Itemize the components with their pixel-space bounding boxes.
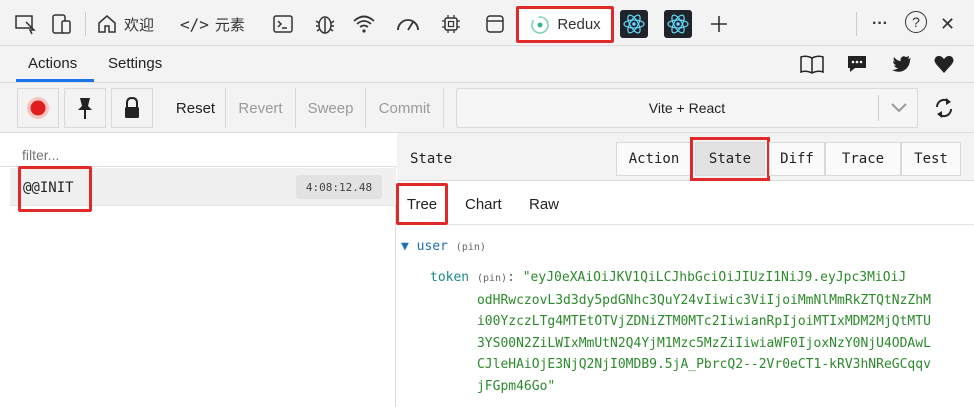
application-window-icon[interactable] — [484, 8, 506, 40]
token-line: CJleHAiOjE3NjQ2NjI0MDB9.5jA_PbrcQ2--2Vr0… — [430, 357, 931, 372]
expand-triangle-icon: ▼ — [401, 239, 409, 254]
tab-react-profiler[interactable] — [664, 8, 692, 40]
home-icon — [98, 15, 116, 33]
more-options-icon[interactable]: ··· — [872, 8, 888, 40]
action-name: @@INIT — [18, 166, 92, 212]
tab-elements[interactable]: </> 元素 — [180, 8, 245, 40]
tab-react-components[interactable] — [620, 8, 648, 40]
action-list-panel: @@INIT 4:08:12.48 — [0, 133, 396, 407]
tab-raw[interactable]: Raw — [529, 196, 559, 213]
performance-gauge-icon[interactable] — [395, 8, 421, 40]
mode-test[interactable]: Test — [901, 142, 961, 176]
add-tab-plus-icon[interactable] — [708, 8, 730, 40]
active-tab-indicator — [16, 79, 94, 82]
state-tree: ▼ user (pin) token (pin): "eyJ0eXAiOiJKV… — [397, 225, 974, 407]
bug-icon[interactable] — [313, 8, 337, 40]
revert-button[interactable]: Revert — [226, 88, 296, 128]
action-timestamp: 4:08:12.48 — [296, 175, 382, 199]
network-wifi-icon[interactable] — [352, 8, 376, 40]
inspector-panel: State Action State Diff Trace Test Tree … — [396, 133, 974, 407]
lock-icon — [125, 97, 139, 118]
redux-nav-bar: Actions Settings — [0, 46, 974, 83]
console-icon[interactable] — [272, 8, 294, 40]
pin-icon — [78, 98, 92, 119]
help-icon[interactable]: ? — [905, 11, 927, 33]
inspector-title: State — [410, 151, 453, 167]
pin-button[interactable] — [64, 88, 106, 128]
chevron-down-icon — [891, 103, 907, 113]
inspect-element-icon[interactable] — [14, 8, 38, 40]
tab-settings[interactable]: Settings — [108, 55, 162, 72]
devtools-tab-bar: 欢迎 </> 元素 Redux ··· ? ✕ — [0, 0, 974, 46]
toolbar-divider — [85, 12, 86, 36]
token-value-line: "eyJ0eXAiOiJKV1QiLCJhbGciOiJIUzI1NiJ9.ey… — [522, 270, 907, 285]
devtools-toolbar: Reset Revert Sweep Commit Vite + React — [0, 83, 974, 133]
tab-actions[interactable]: Actions — [28, 55, 77, 72]
select-divider — [878, 95, 879, 121]
react-logo-icon — [620, 10, 648, 38]
tab-redux-label: Redux — [557, 16, 601, 33]
tab-tree[interactable]: Tree — [396, 183, 448, 225]
action-filter-input[interactable] — [0, 133, 396, 167]
token-line: odHRwczovL3d3dy5pdGNhc3QuY24vIiwic3ViIjo… — [430, 292, 931, 308]
mode-diff[interactable]: Diff — [769, 142, 825, 176]
sweep-button[interactable]: Sweep — [296, 88, 366, 128]
token-line: token (pin): "eyJ0eXAiOiJKV1QiLCJhbGciOi… — [430, 270, 907, 285]
tab-welcome-label: 欢迎 — [124, 16, 155, 34]
memory-chip-icon[interactable] — [440, 8, 462, 40]
device-emulation-icon[interactable] — [50, 8, 74, 40]
book-docs-icon[interactable] — [799, 52, 825, 79]
tree-key-token: token — [430, 270, 470, 285]
tree-key-user: user — [416, 239, 448, 254]
list-gutter — [0, 168, 10, 407]
heart-support-icon[interactable] — [933, 54, 955, 77]
twitter-icon[interactable] — [891, 53, 913, 78]
reset-button[interactable]: Reset — [166, 88, 226, 128]
lock-button[interactable] — [111, 88, 153, 128]
pin-label[interactable]: (pin) — [456, 242, 486, 253]
inspector-header: State Action State Diff Trace Test — [397, 133, 974, 181]
toolbar-divider — [856, 12, 857, 36]
token-line: jFGpm46Go" — [430, 378, 556, 394]
sync-button[interactable] — [922, 88, 966, 128]
chat-feedback-icon[interactable] — [846, 53, 868, 78]
tab-welcome[interactable]: 欢迎 — [96, 8, 154, 40]
tree-node-user[interactable]: ▼ user (pin) — [401, 239, 486, 254]
instance-selector-label: Vite + React — [648, 100, 726, 116]
close-devtools-icon[interactable]: ✕ — [940, 8, 955, 40]
token-value: token (pin): "eyJ0eXAiOiJKV1QiLCJhbGciOi… — [430, 267, 974, 397]
pin-label[interactable]: (pin) — [477, 273, 507, 284]
token-line: 3YS00N2ZiLWIxMmUtN2Q4YjM1Mzc5MzZiIiwiaWF… — [430, 335, 931, 351]
view-tabs: Tree Chart Raw — [396, 181, 974, 225]
instance-selector[interactable]: Vite + React — [456, 88, 918, 128]
mode-action[interactable]: Action — [616, 142, 692, 176]
mode-state[interactable]: State — [690, 137, 770, 181]
mode-trace[interactable]: Trace — [825, 142, 901, 176]
tab-elements-label: 元素 — [214, 16, 245, 34]
redux-logo-icon — [531, 15, 550, 34]
action-list-item[interactable]: @@INIT 4:08:12.48 — [10, 166, 396, 212]
code-icon: </> — [180, 14, 209, 34]
react-logo-icon — [664, 10, 692, 38]
commit-button[interactable]: Commit — [366, 88, 444, 128]
record-button[interactable] — [17, 88, 59, 128]
record-icon — [27, 97, 49, 119]
tab-redux[interactable]: Redux — [516, 6, 614, 43]
sync-icon — [935, 98, 953, 118]
token-line: i00YzczLTg4MTEtOTVjZDNiZTM0MTc2IiwianRpI… — [430, 314, 931, 329]
tab-chart[interactable]: Chart — [465, 196, 502, 213]
